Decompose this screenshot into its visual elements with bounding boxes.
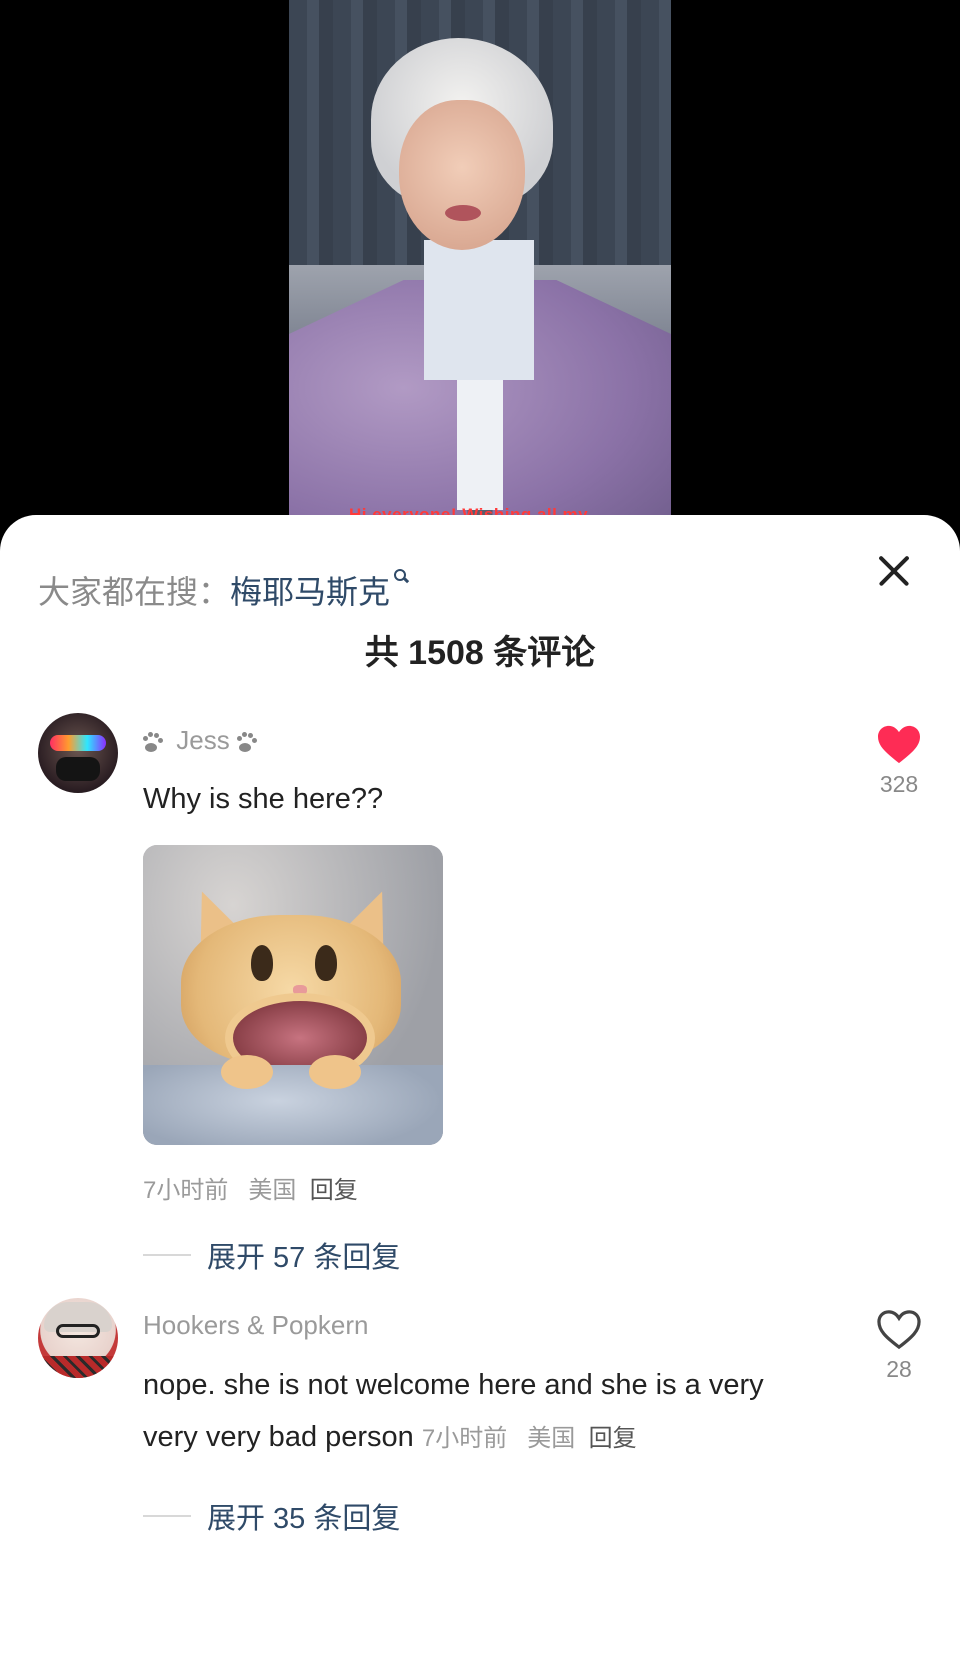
- avatar-glasses: [50, 735, 106, 751]
- paw-icon: [143, 731, 169, 753]
- expand-replies-label: 展开 57 条回复: [207, 1242, 401, 1274]
- like-count: 28: [886, 1356, 912, 1382]
- paw-icon: [236, 731, 263, 753]
- avatar-mask: [56, 757, 100, 781]
- search-suggestion-keyword[interactable]: 梅耶马斯克: [230, 574, 390, 610]
- comment-username-text: Jess: [176, 725, 230, 755]
- expand-replies-button[interactable]: 展开 35 条回复: [143, 1488, 400, 1544]
- comment-username[interactable]: Jess: [143, 725, 263, 756]
- video-player[interactable]: Hi everyone! Wishing all my...: [0, 0, 960, 560]
- comment-time: 7小时前: [421, 1425, 508, 1452]
- comment-text-block: nope. she is not welcome here and she is…: [143, 1359, 783, 1465]
- heart-icon[interactable]: [876, 723, 922, 765]
- avatar-shirt: [38, 1356, 118, 1378]
- comment-item: Jess Why is she here?? 7小时前 美国 回复 展开 57 …: [0, 713, 960, 1313]
- comment-image-cat-meme[interactable]: [143, 845, 443, 1145]
- comment-meta: 7小时前 美国 回复: [422, 1425, 637, 1452]
- search-suggestion[interactable]: 大家都在搜：梅耶马斯克: [38, 567, 408, 613]
- expand-replies-button[interactable]: 展开 57 条回复: [143, 1215, 400, 1295]
- video-subject-face: [399, 100, 525, 250]
- avatar[interactable]: [38, 713, 118, 793]
- comment-count-title: 共 1508 条评论: [364, 634, 596, 672]
- comment-item: Hookers & Popkern nope. she is not welco…: [0, 1298, 960, 1598]
- expand-replies-label: 展开 35 条回复: [207, 1503, 401, 1535]
- video-subject-collar: [424, 240, 534, 380]
- heart-icon[interactable]: [876, 1308, 922, 1350]
- comment-time: 7小时前: [143, 1177, 229, 1204]
- comment-username-text: Hookers & Popkern: [143, 1310, 369, 1340]
- divider: [143, 1515, 191, 1517]
- avatar-glasses: [56, 1324, 100, 1338]
- comment-location: 美国: [248, 1177, 297, 1204]
- avatar[interactable]: [38, 1298, 118, 1378]
- divider: [143, 1254, 191, 1256]
- reply-button[interactable]: 回复: [589, 1425, 637, 1452]
- comment-meta: 7小时前 美国 回复: [143, 1170, 358, 1205]
- search-icon: [394, 569, 408, 583]
- like-count: 328: [879, 771, 919, 797]
- search-suggestion-prefix: 大家都在搜：: [38, 574, 231, 610]
- comment-text: Why is she here??: [143, 783, 384, 815]
- video-frame: Hi everyone! Wishing all my...: [289, 0, 671, 540]
- comments-sheet: 大家都在搜：梅耶马斯克 共 1508 条评论 Jess Why is she h…: [0, 515, 960, 1658]
- video-subject-lips: [445, 205, 481, 221]
- comment-location: 美国: [527, 1425, 576, 1452]
- reply-button[interactable]: 回复: [310, 1177, 358, 1204]
- close-icon[interactable]: [872, 549, 916, 593]
- comment-username[interactable]: Hookers & Popkern: [143, 1310, 368, 1341]
